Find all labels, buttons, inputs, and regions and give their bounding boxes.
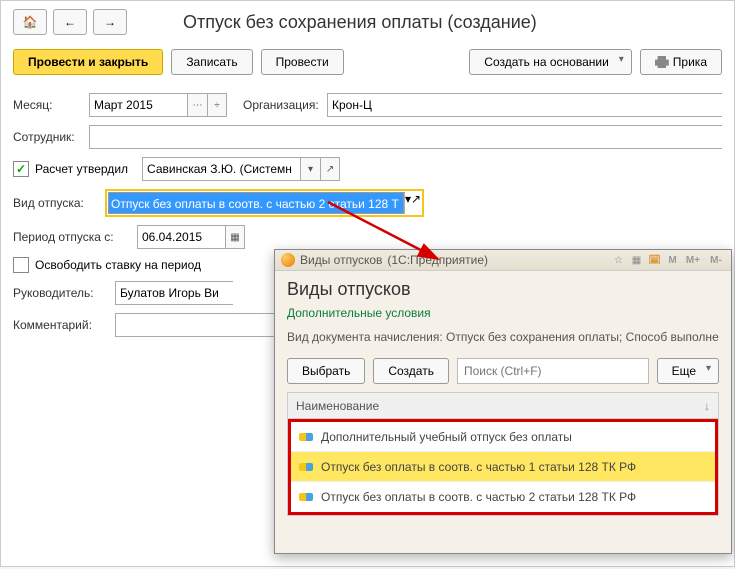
leave-type-input[interactable]: Отпуск без оплаты в соотв. с частью 2 ст… — [108, 192, 404, 214]
employee-label: Сотрудник: — [13, 130, 83, 144]
create-based-on-button[interactable]: Создать на основании — [469, 49, 632, 75]
approver-input[interactable] — [142, 157, 300, 181]
employee-input[interactable] — [89, 125, 722, 149]
leave-type-label: Вид отпуска: — [13, 196, 99, 210]
leave-types-table: Наименование ↓ Дополнительный учебный от… — [287, 392, 719, 516]
popup-info-text: Вид документа начисления: Отпуск без сох… — [275, 324, 731, 350]
grid-icon[interactable]: ▦ — [630, 254, 643, 267]
org-input[interactable] — [327, 93, 722, 117]
memory-m-button[interactable]: M — [666, 254, 679, 267]
search-input[interactable] — [457, 358, 649, 384]
approver-open-icon[interactable]: ↗ — [320, 157, 340, 181]
page-title: Отпуск без сохранения оплаты (создание) — [183, 12, 537, 33]
app-icon — [281, 253, 295, 267]
comment-label: Комментарий: — [13, 318, 109, 332]
month-clear-icon[interactable]: ⋯ — [187, 93, 207, 117]
printer-icon — [655, 56, 669, 68]
row-label: Отпуск без оплаты в соотв. с частью 1 ст… — [321, 460, 636, 474]
post-button[interactable]: Провести — [261, 49, 344, 75]
post-and-close-button[interactable]: Провести и закрыть — [13, 49, 163, 75]
popup-window-subtitle: (1С:Предприятие) — [387, 253, 488, 267]
release-rate-checkbox[interactable] — [13, 257, 29, 273]
calc-approved-label: Расчет утвердил — [35, 162, 128, 176]
comment-input[interactable] — [115, 313, 279, 337]
row-label: Отпуск без оплаты в соотв. с частью 2 ст… — [321, 490, 636, 504]
save-button[interactable]: Записать — [171, 49, 252, 75]
month-down-icon[interactable]: ÷ — [207, 93, 227, 117]
period-from-input[interactable] — [137, 225, 225, 249]
memory-mplus-button[interactable]: M+ — [684, 254, 702, 267]
manager-label: Руководитель: — [13, 286, 109, 300]
arrow-right-icon: → — [104, 15, 116, 29]
month-label: Месяц: — [13, 98, 83, 112]
org-label: Организация: — [243, 98, 321, 112]
month-input[interactable] — [89, 93, 187, 117]
arrow-left-icon: ← — [64, 15, 76, 29]
table-row[interactable]: Дополнительный учебный отпуск без оплаты — [291, 422, 715, 452]
table-row[interactable]: Отпуск без оплаты в соотв. с частью 1 ст… — [291, 452, 715, 482]
column-name-header[interactable]: Наименование — [296, 399, 704, 413]
memory-mminus-button[interactable]: M- — [707, 254, 725, 267]
home-icon: 🏠 — [23, 15, 38, 29]
calendar-icon[interactable]: 🗓 — [648, 254, 661, 267]
create-button[interactable]: Создать — [373, 358, 449, 384]
popup-heading: Виды отпусков — [275, 271, 731, 302]
row-label: Дополнительный учебный отпуск без оплаты — [321, 430, 572, 444]
period-calendar-icon[interactable]: ▦ — [225, 225, 245, 249]
leave-type-icon — [299, 463, 313, 471]
sort-indicator-icon[interactable]: ↓ — [704, 399, 710, 413]
leave-type-icon — [299, 433, 313, 441]
leave-type-open-icon[interactable]: ↗ — [411, 192, 421, 214]
period-label: Период отпуска с: — [13, 230, 131, 244]
popup-window-title: Виды отпусков — [300, 253, 382, 267]
select-button[interactable]: Выбрать — [287, 358, 365, 384]
back-button[interactable]: ← — [53, 9, 87, 35]
print-button[interactable]: Прика — [640, 49, 722, 75]
more-button[interactable]: Еще — [657, 358, 719, 384]
release-rate-label: Освободить ставку на период — [35, 258, 201, 272]
home-button[interactable]: 🏠 — [13, 9, 47, 35]
popup-subheading[interactable]: Дополнительные условия — [275, 302, 731, 324]
forward-button[interactable]: → — [93, 9, 127, 35]
manager-input[interactable] — [115, 281, 233, 305]
leave-type-dropdown-icon[interactable]: ▾ — [404, 192, 411, 214]
leave-type-icon — [299, 493, 313, 501]
approver-dropdown-icon[interactable]: ▾ — [300, 157, 320, 181]
calc-approved-checkbox[interactable] — [13, 161, 29, 177]
table-row[interactable]: Отпуск без оплаты в соотв. с частью 2 ст… — [291, 482, 715, 512]
leave-types-popup: Виды отпусков (1С:Предприятие) ☆ ▦ 🗓 M M… — [274, 249, 732, 554]
favorite-icon[interactable]: ☆ — [612, 254, 625, 267]
